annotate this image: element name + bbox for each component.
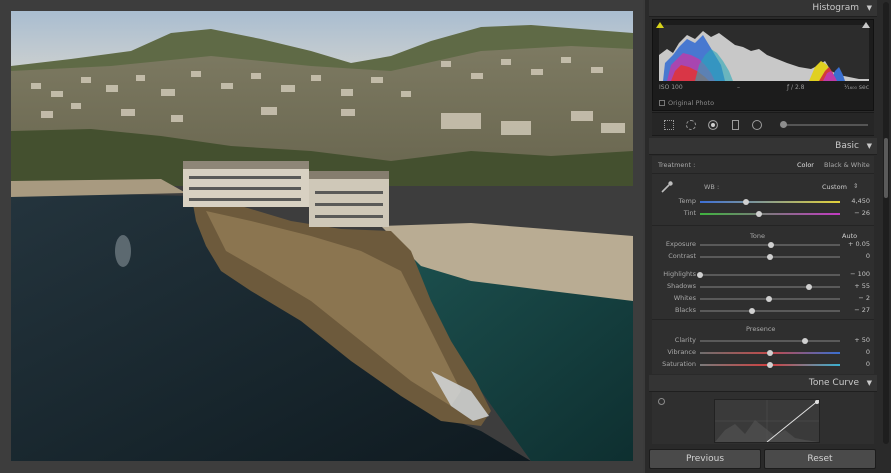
brush-slider-knob[interactable] (780, 121, 787, 128)
exif-info: ISO 100 – ƒ / 2.8 ¹⁄₁₆₀₀ sec (659, 84, 869, 94)
saturation-slider-knob[interactable] (767, 362, 773, 368)
highlights-slider[interactable] (700, 274, 840, 276)
temp-value[interactable]: 4,450 (848, 197, 870, 205)
tool-strip (652, 112, 874, 136)
blacks-value[interactable]: − 27 (848, 306, 870, 314)
clarity-label: Clarity (674, 336, 696, 344)
scrollbar-thumb[interactable] (884, 138, 888, 198)
temp-slider-knob[interactable] (743, 199, 750, 205)
highlights-label: Highlights (663, 270, 696, 278)
tint-slider[interactable] (700, 213, 840, 215)
collapse-triangle-icon[interactable]: ▼ (867, 142, 872, 150)
tone-curve-panel (652, 392, 874, 444)
blacks-label: Blacks (675, 306, 696, 314)
blacks-slider-knob[interactable] (748, 308, 755, 314)
radial-filter-icon[interactable] (752, 120, 762, 130)
basic-panel: Treatment : Color Black & White WB : Cus… (652, 156, 874, 374)
highlights-slider-knob[interactable] (697, 272, 703, 278)
contrast-value[interactable]: 0 (848, 252, 870, 260)
divider (652, 173, 874, 174)
temp-slider[interactable] (700, 201, 840, 203)
crop-overlay-icon[interactable] (664, 120, 674, 130)
divider (652, 225, 874, 226)
tint-value[interactable]: − 26 (848, 209, 870, 217)
shutter-value: ¹⁄₁₆₀₀ sec (843, 84, 869, 91)
exposure-value[interactable]: + 0.05 (848, 240, 870, 248)
whites-value[interactable]: − 2 (848, 294, 870, 302)
spot-removal-icon[interactable] (686, 120, 696, 130)
clarity-value[interactable]: + 50 (848, 336, 870, 344)
coastal-photo (11, 11, 633, 461)
basic-header[interactable]: Basic ▼ (649, 138, 877, 155)
red-eye-icon[interactable] (708, 120, 718, 130)
clarity-slider-knob[interactable] (802, 338, 808, 344)
focal-value: – (737, 84, 740, 91)
basic-title: Basic (835, 141, 859, 151)
collapse-triangle-icon[interactable]: ▼ (867, 379, 872, 387)
reset-button[interactable]: Reset (764, 449, 876, 469)
saturation-label: Saturation (662, 360, 696, 368)
contrast-slider-knob[interactable] (767, 254, 773, 260)
graduated-filter-icon[interactable] (732, 120, 739, 130)
divider (652, 319, 874, 320)
original-photo-label: Original Photo (668, 99, 715, 107)
tone-curve-line (715, 400, 819, 442)
shadows-value[interactable]: + 55 (848, 282, 870, 290)
wb-label: WB : (704, 183, 720, 191)
vibrance-slider-knob[interactable] (767, 350, 773, 356)
treatment-bw-option[interactable]: Black & White (824, 161, 870, 169)
panel-content: Histogram ▼ ISO 100 – ƒ / 2.8 ¹⁄₁₆₀₀ sec… (649, 0, 877, 473)
exposure-slider-knob[interactable] (768, 242, 775, 248)
brush-slider-track[interactable] (782, 124, 868, 126)
histogram-graph (659, 31, 869, 81)
treatment-label: Treatment : (658, 161, 696, 169)
whites-label: Whites (673, 294, 696, 302)
white-balance-selector-icon[interactable] (660, 180, 674, 194)
vibrance-value[interactable]: 0 (848, 348, 870, 356)
histogram-title: Histogram (812, 3, 859, 13)
previous-button[interactable]: Previous (649, 449, 761, 469)
iso-value: ISO 100 (659, 84, 683, 91)
histogram-plot (659, 25, 869, 81)
original-photo-checkbox[interactable] (659, 100, 665, 106)
treatment-color-option[interactable]: Color (797, 161, 814, 169)
develop-panel: Histogram ▼ ISO 100 – ƒ / 2.8 ¹⁄₁₆₀₀ sec… (645, 0, 891, 473)
tone-curve-graph[interactable] (714, 399, 820, 443)
contrast-label: Contrast (668, 252, 696, 260)
tone-curve-title: Tone Curve (808, 378, 859, 388)
blacks-slider[interactable] (700, 310, 840, 312)
panel-scrollbar[interactable] (883, 2, 889, 444)
photo-preview[interactable] (11, 11, 633, 461)
shadows-slider-knob[interactable] (806, 284, 813, 290)
histogram-panel: ISO 100 – ƒ / 2.8 ¹⁄₁₆₀₀ sec Original Ph… (652, 19, 874, 111)
auto-tone-button[interactable]: Auto (842, 232, 857, 240)
saturation-value[interactable]: 0 (848, 360, 870, 368)
image-viewer (0, 0, 643, 473)
tone-label: Tone (750, 232, 765, 240)
tint-label: Tint (683, 209, 696, 217)
shadow-clipping-icon[interactable] (656, 22, 664, 28)
temp-label: Temp (678, 197, 696, 205)
shadows-label: Shadows (666, 282, 696, 290)
whites-slider-knob[interactable] (765, 296, 772, 302)
aperture-value: ƒ / 2.8 (787, 84, 805, 91)
collapse-triangle-icon[interactable]: ▼ (867, 4, 872, 12)
tint-slider-knob[interactable] (755, 211, 762, 217)
highlights-value[interactable]: − 100 (848, 270, 870, 278)
vibrance-label: Vibrance (667, 348, 696, 356)
original-photo-toggle[interactable]: Original Photo (659, 99, 714, 107)
exposure-label: Exposure (665, 240, 696, 248)
histogram-header[interactable]: Histogram ▼ (649, 0, 877, 17)
clarity-slider[interactable] (700, 340, 840, 342)
targeted-adjustment-icon[interactable] (658, 398, 665, 405)
wb-preset-dropdown[interactable]: Custom (822, 183, 847, 191)
presence-label: Presence (746, 325, 776, 333)
tone-curve-header[interactable]: Tone Curve ▼ (649, 375, 877, 392)
dropdown-arrows-icon[interactable]: ⇕ (853, 182, 858, 190)
shadows-slider[interactable] (700, 286, 840, 288)
highlight-clipping-icon[interactable] (862, 22, 870, 28)
